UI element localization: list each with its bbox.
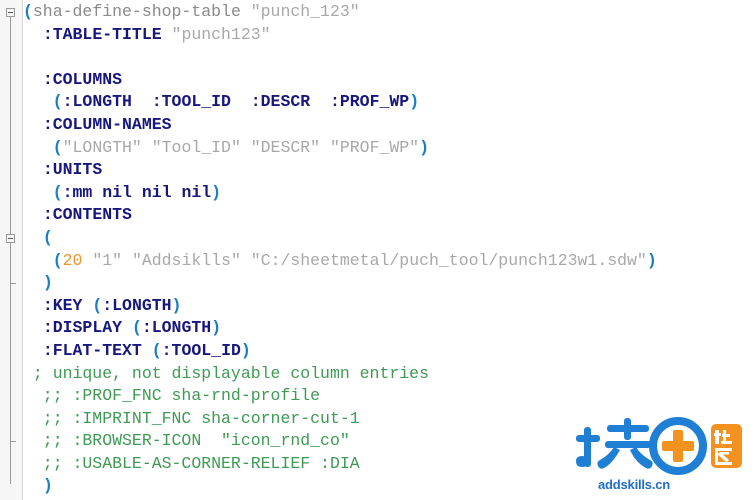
code-token-comment: ;; :PROF_FNC sha-rnd-profile <box>23 386 321 406</box>
code-token-str: "punch_123" <box>250 2 360 21</box>
code-line[interactable]: (:mm nil nil nil) <box>23 182 756 205</box>
code-token-kw: :mm nil nil nil <box>62 182 212 202</box>
code-line[interactable]: :COLUMNS <box>23 69 756 92</box>
code-line[interactable]: :FLAT-TEXT (:TOOL_ID) <box>23 340 756 363</box>
code-token-comment: ;; :USABLE-AS-CORNER-RELIEF :DIA <box>23 453 360 473</box>
code-line[interactable]: (20 "1" "Addsiklls" "C:/sheetmetal/puch_… <box>23 250 756 273</box>
code-token-paren: ( <box>52 137 63 157</box>
code-token-kw: :CONTENTS <box>42 205 132 225</box>
code-line[interactable]: ("LONGTH" "Tool_ID" "DESCR" "PROF_WP") <box>23 137 756 160</box>
code-token-paren: ( <box>151 340 162 360</box>
code-token-paren: ) <box>42 476 53 496</box>
code-token-kw: :COLUMN-NAMES <box>42 114 172 134</box>
code-token-num: 20 <box>62 250 83 270</box>
code-line[interactable]: ;; :PROF_FNC sha-rnd-profile <box>23 385 756 408</box>
code-token-kw: :UNITS <box>42 160 103 180</box>
code-line[interactable]: :TABLE-TITLE "punch123" <box>23 24 756 47</box>
code-token-paren: ) <box>211 182 222 202</box>
code-token-paren: ) <box>419 137 429 157</box>
code-line[interactable]: ) <box>23 272 756 295</box>
code-line[interactable]: ) <box>23 475 756 498</box>
code-line[interactable]: :KEY (:LONGTH) <box>23 295 756 318</box>
code-token-kw: :TABLE-TITLE <box>42 24 162 44</box>
code-token-paren: ) <box>171 295 182 315</box>
code-line[interactable]: ;; :IMPRINT_FNC sha-corner-cut-1 <box>23 408 756 431</box>
code-token-kw: :TOOL_ID <box>161 340 241 360</box>
code-token-paren: ( <box>52 92 63 112</box>
code-token-comment: ; unique, not displayable column entries <box>23 363 429 383</box>
code-token-paren: ) <box>646 250 657 270</box>
code-token-paren: ( <box>92 295 103 315</box>
code-line[interactable]: ;; :BROWSER-ICON "icon_rnd_co" <box>23 430 756 453</box>
fold-rail <box>10 13 11 484</box>
fold-gutter[interactable] <box>0 0 23 500</box>
code-line[interactable]: :UNITS <box>23 159 756 182</box>
fold-toggle-icon[interactable] <box>6 8 15 17</box>
code-token-str: "1" "Addsiklls" "C:/sheetmetal/puch_tool… <box>92 250 647 270</box>
fold-toggle-icon[interactable] <box>6 234 15 243</box>
code-token-paren: ( <box>131 318 142 338</box>
fold-region-tick <box>10 283 16 285</box>
code-token-kw: :LONGTH :TOOL_ID :DESCR :PROF_WP <box>62 92 410 112</box>
code-token-kw: :LONGTH <box>141 318 212 338</box>
code-line[interactable]: :CONTENTS <box>23 204 756 227</box>
code-line[interactable]: (:LONGTH :TOOL_ID :DESCR :PROF_WP) <box>23 91 756 114</box>
code-token-paren: ( <box>23 2 33 21</box>
code-token-kw: :DISPLAY <box>42 318 123 338</box>
code-token-str: "punch123" <box>171 24 271 44</box>
code-token-comment: ;; :BROWSER-ICON "icon_rnd_co" <box>23 431 350 451</box>
code-token-paren: ) <box>211 318 222 338</box>
code-token-comment: ;; :IMPRINT_FNC sha-corner-cut-1 <box>23 408 360 428</box>
code-area[interactable]: (sha-define-shop-table "punch_123" :TABL… <box>23 0 756 500</box>
code-line[interactable]: ;; :USABLE-AS-CORNER-RELIEF :DIA <box>23 453 756 476</box>
code-editor: (sha-define-shop-table "punch_123" :TABL… <box>0 0 756 500</box>
code-line[interactable]: :DISPLAY (:LONGTH) <box>23 317 756 340</box>
code-line[interactable]: ; unique, not displayable column entries <box>23 363 756 386</box>
code-token-paren: ( <box>42 227 53 247</box>
code-line[interactable]: (sha-define-shop-table "punch_123" <box>23 1 756 24</box>
code-token-paren: ) <box>42 273 53 293</box>
code-line[interactable]: :COLUMN-NAMES <box>23 114 756 137</box>
code-token-paren: ) <box>240 340 251 360</box>
code-token-kw: :KEY <box>42 295 83 315</box>
code-token-paren: ( <box>52 182 63 202</box>
code-token-paren: ) <box>409 92 420 112</box>
code-token-fn: sha-define-shop-table <box>32 2 251 21</box>
code-token-kw: :COLUMNS <box>42 69 123 89</box>
code-token-paren: ( <box>52 250 63 270</box>
code-line[interactable]: ( <box>23 227 756 250</box>
fold-end-marker <box>10 437 16 443</box>
code-token-kw: :FLAT-TEXT <box>42 340 142 360</box>
code-line[interactable] <box>23 46 756 69</box>
code-token-str: "LONGTH" "Tool_ID" "DESCR" "PROF_WP" <box>62 137 420 157</box>
code-token-kw: :LONGTH <box>102 295 172 315</box>
